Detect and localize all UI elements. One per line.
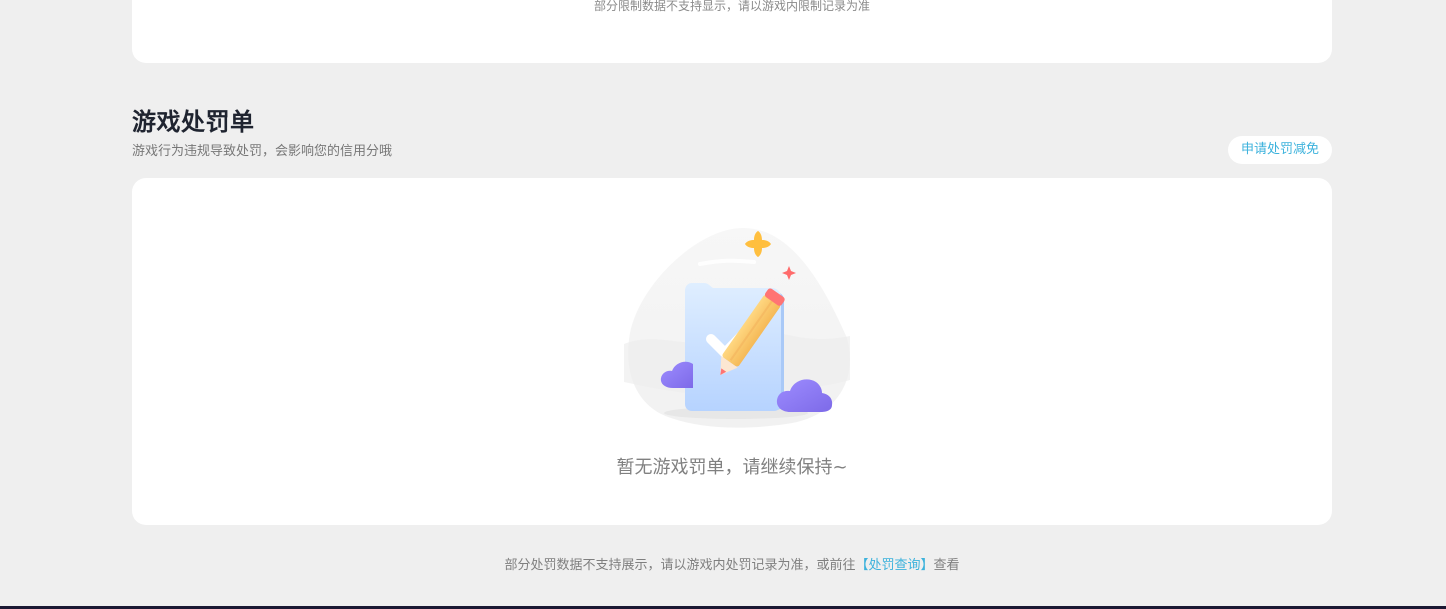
penalty-card: 暂无游戏罚单，请继续保持~ bbox=[132, 178, 1332, 525]
empty-checklist-illustration-icon bbox=[624, 227, 850, 428]
penalty-section-header: 游戏处罚单 游戏行为违规导致处罚，会影响您的信用分哦 申请处罚减免 bbox=[132, 106, 1332, 166]
empty-state-illustration bbox=[622, 222, 852, 430]
page-title: 游戏处罚单 bbox=[132, 108, 255, 136]
restriction-note: 部分限制数据不支持显示，请以游戏内限制记录为准 bbox=[593, 0, 870, 13]
section-subtitle: 游戏行为违规导致处罚，会影响您的信用分哦 bbox=[132, 144, 393, 159]
penalty-footer-note: 部分处罚数据不支持展示，请以游戏内处罚记录为准，或前往【处罚查询】查看 bbox=[132, 556, 1332, 576]
apply-penalty-relief-button[interactable]: 申请处罚减免 bbox=[1227, 136, 1332, 164]
footer-prefix: 部分处罚数据不支持展示，请以游戏内处罚记录为准，或前往 bbox=[504, 558, 856, 573]
footer-suffix: 查看 bbox=[933, 558, 960, 573]
restriction-card: 部分限制数据不支持显示，请以游戏内限制记录为准 bbox=[132, 0, 1332, 63]
penalty-query-link[interactable]: 【处罚查询】 bbox=[855, 558, 933, 573]
empty-state-message: 暂无游戏罚单，请继续保持~ bbox=[616, 457, 848, 478]
